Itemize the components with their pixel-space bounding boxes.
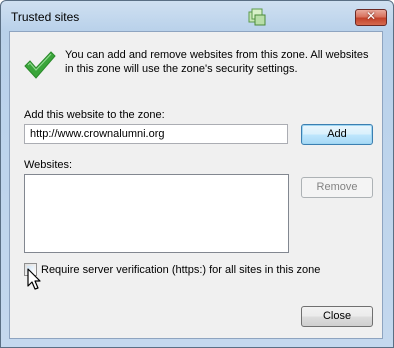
close-button[interactable]: Close	[301, 306, 373, 327]
close-icon: ✕	[365, 9, 377, 23]
add-site-label: Add this website to the zone:	[24, 109, 165, 121]
zone-icon	[248, 8, 266, 26]
website-url-input[interactable]: http://www.crownalumni.org	[24, 124, 288, 144]
websites-list[interactable]	[24, 174, 289, 253]
trusted-sites-dialog: Trusted sites ✕ You can add and remove w…	[0, 0, 394, 348]
mouse-cursor-icon	[27, 268, 41, 290]
remove-button[interactable]: Remove	[301, 177, 373, 198]
window-title: Trusted sites	[11, 10, 80, 24]
close-window-button[interactable]: ✕	[355, 9, 387, 26]
add-button[interactable]: Add	[301, 124, 373, 145]
websites-label: Websites:	[24, 159, 73, 171]
dialog-body: You can add and remove websites from thi…	[9, 31, 383, 339]
checkmark-icon	[24, 51, 56, 79]
title-bar[interactable]: Trusted sites ✕	[1, 1, 393, 31]
info-text: You can add and remove websites from thi…	[65, 49, 369, 75]
require-https-label[interactable]: Require server verification (https:) for…	[41, 264, 320, 276]
